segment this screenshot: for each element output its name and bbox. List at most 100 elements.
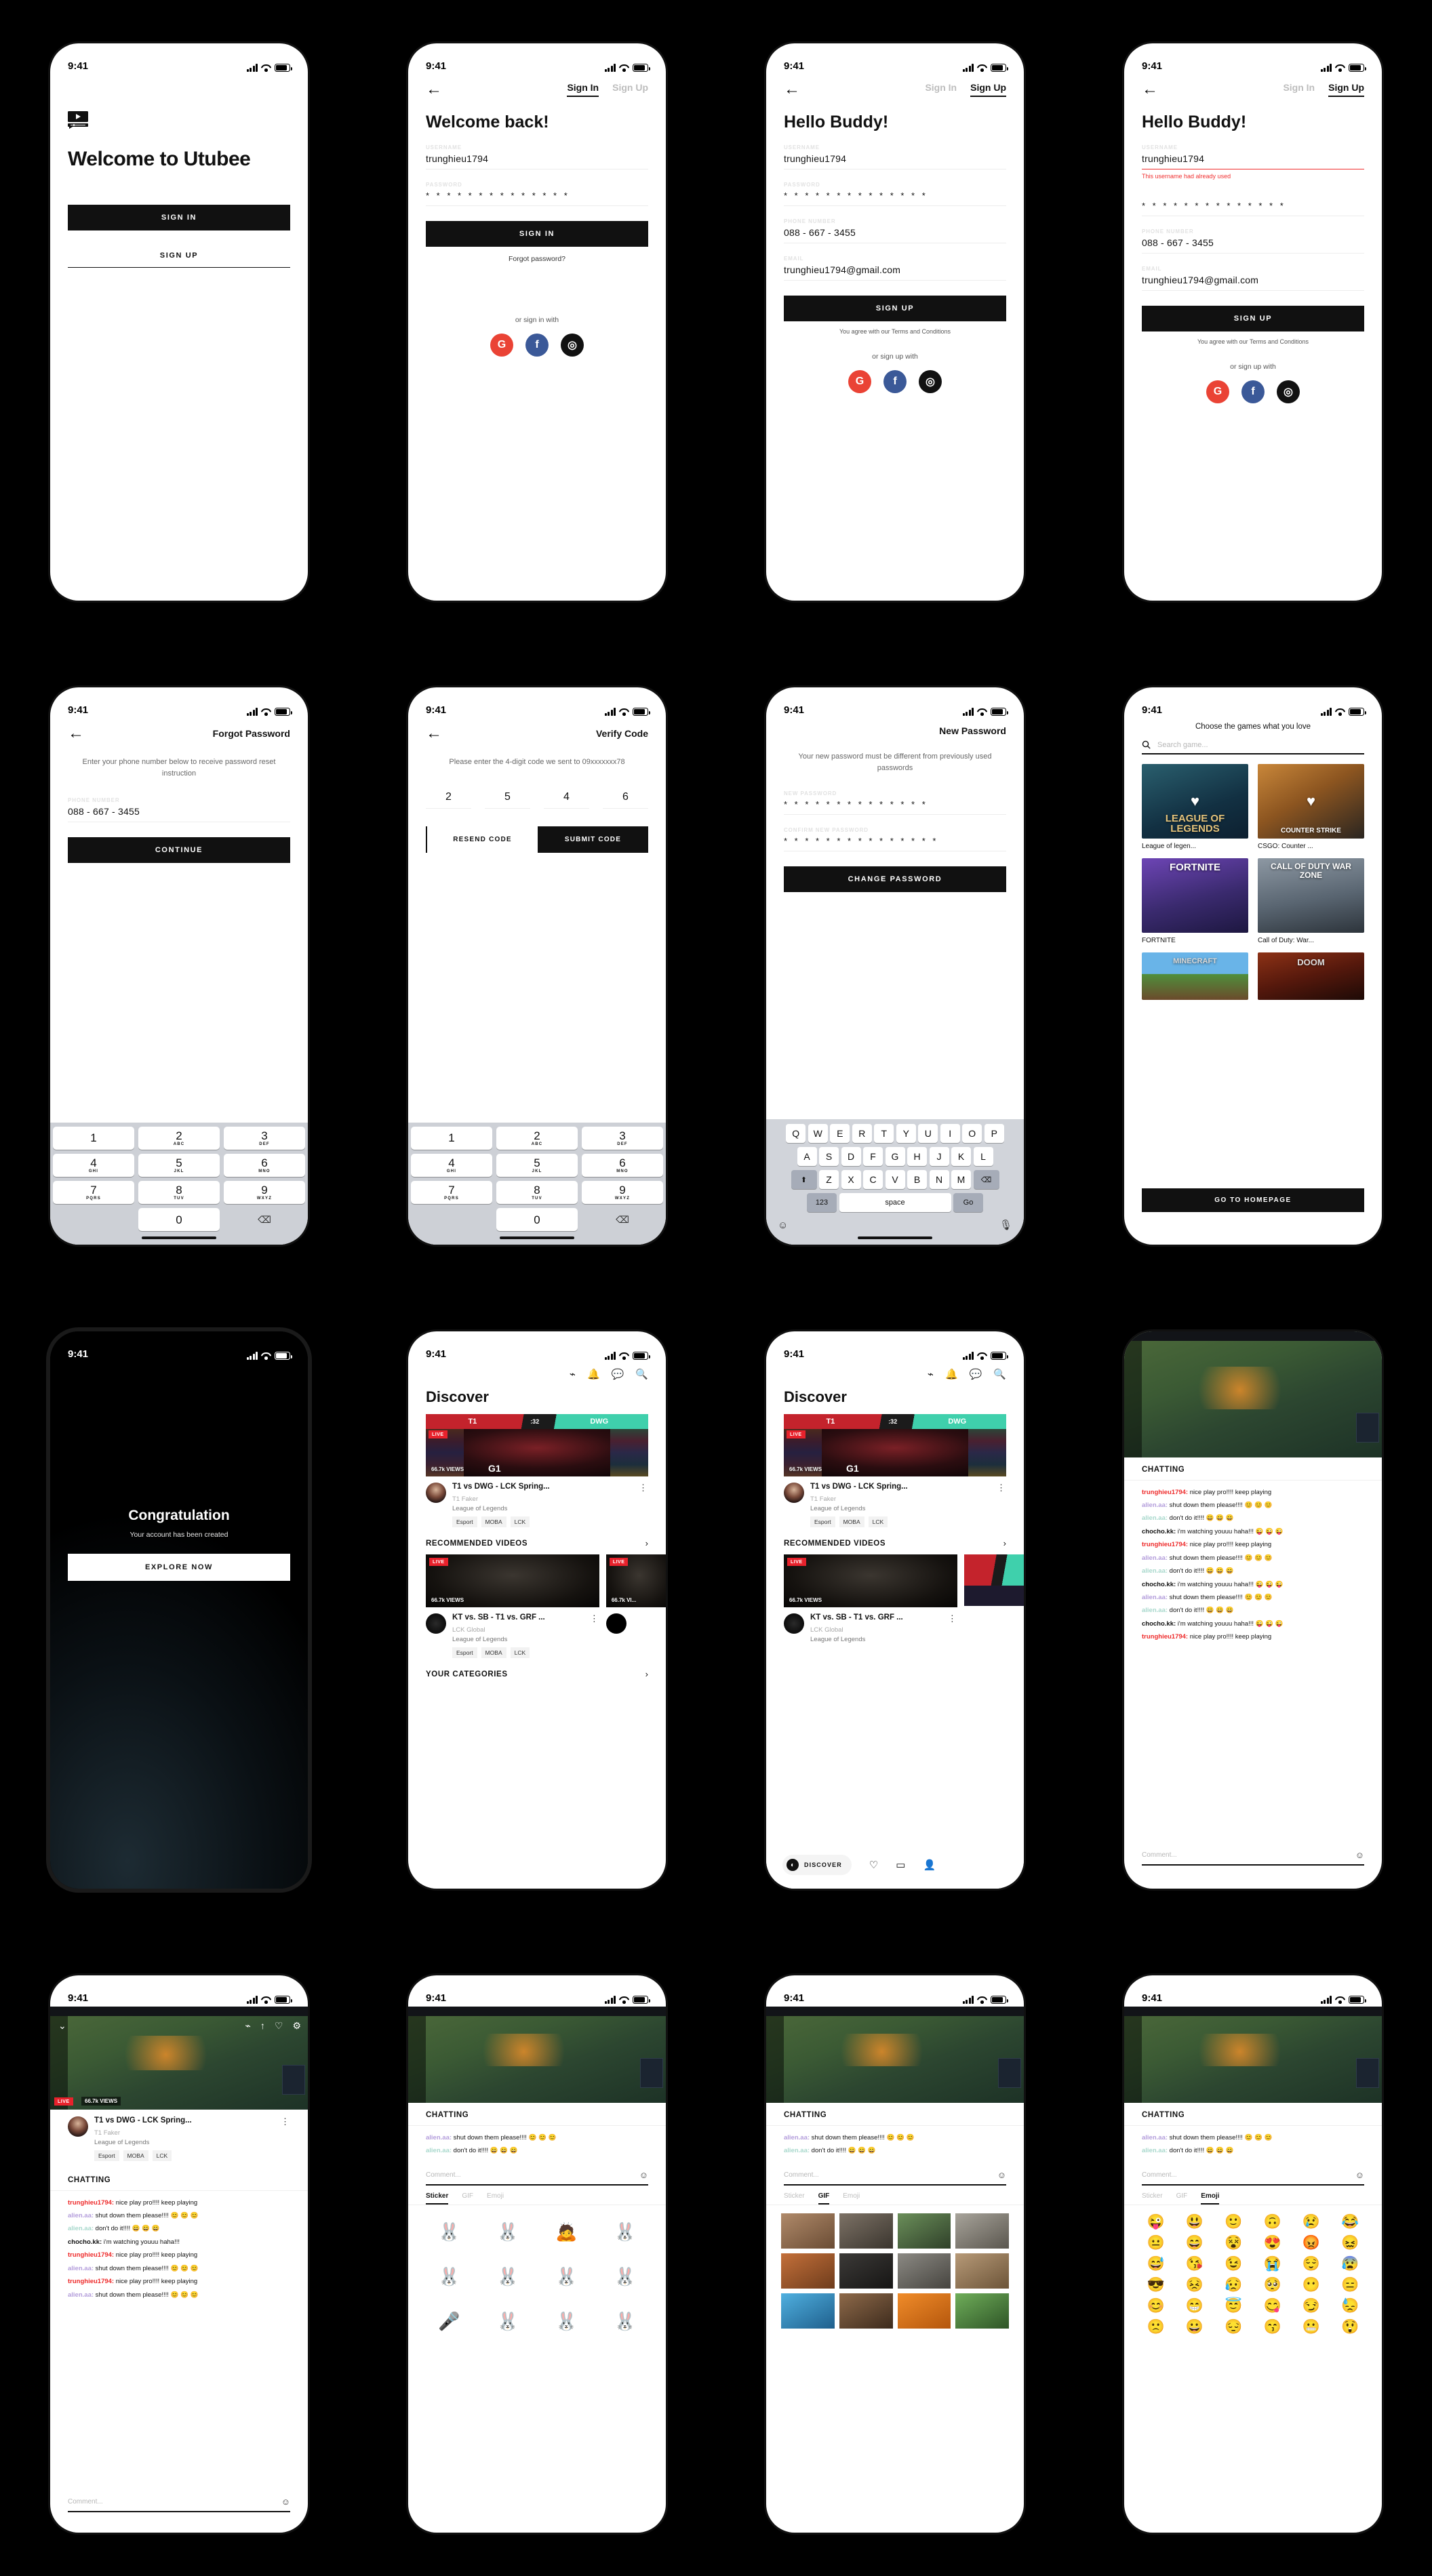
backspace-icon[interactable]: ⌫ — [973, 1170, 999, 1189]
key-l[interactable]: L — [973, 1147, 993, 1166]
game-card[interactable]: FORTNITE FORTNITE — [1142, 858, 1248, 944]
emoji-item[interactable]: 😶 — [1294, 2278, 1328, 2292]
phone-input[interactable]: 088 - 667 - 3455 — [1142, 235, 1364, 254]
key-y[interactable]: Y — [896, 1124, 916, 1143]
nav-discover[interactable]: ◐ DISCOVER — [782, 1855, 852, 1875]
facebook-login-icon[interactable]: f — [1241, 380, 1265, 403]
space-key[interactable]: space — [839, 1193, 951, 1212]
keypad-key-8[interactable]: 8 TUV — [138, 1181, 220, 1204]
live-video-player[interactable] — [408, 2007, 666, 2103]
tag[interactable]: LCK — [510, 1647, 530, 1658]
sticker-item[interactable]: 🐰 — [540, 2258, 593, 2296]
keypad-key-4[interactable]: 4 GHI — [53, 1154, 134, 1177]
video-title[interactable]: T1 vs DWG - LCK Spring... — [452, 1483, 550, 1491]
chevron-down-icon[interactable]: ⌄ — [58, 2020, 66, 2032]
sticker-item[interactable]: 🐰 — [423, 2258, 475, 2296]
recommended-video-card[interactable]: LIVE 66.7k VI... — [605, 1554, 666, 1658]
numeric-switch-key[interactable]: 123 — [807, 1193, 837, 1212]
sticker-item[interactable]: 🐰 — [599, 2213, 652, 2251]
new-password-input[interactable]: * * * * * * * * * * * * * * — [784, 797, 1006, 816]
emoji-item[interactable]: 😋 — [1256, 2299, 1289, 2313]
keypad-key-6[interactable]: 6 MNO — [582, 1154, 663, 1177]
email-input[interactable]: trunghieu1794@gmail.com — [784, 262, 1006, 281]
comment-bar[interactable]: Comment... ☺ — [68, 2497, 290, 2512]
emoji-item[interactable]: 😏 — [1294, 2299, 1328, 2313]
key-k[interactable]: K — [951, 1147, 971, 1166]
password-input[interactable]: * * * * * * * * * * * * * * — [426, 188, 648, 206]
sticker-item[interactable]: 🐰 — [599, 2258, 652, 2296]
key-n[interactable]: N — [929, 1170, 949, 1189]
tab-emoji[interactable]: Emoji — [487, 2192, 504, 2205]
shift-icon[interactable]: ⬆ — [791, 1170, 817, 1189]
key-a[interactable]: A — [797, 1147, 817, 1166]
emoji-item[interactable]: 🙁 — [1139, 2320, 1172, 2334]
tab-gif[interactable]: GIF — [1176, 2192, 1188, 2205]
tab-sign-in[interactable]: Sign In — [925, 82, 957, 97]
emoji-icon[interactable]: ☺ — [997, 2170, 1006, 2180]
tag[interactable]: MOBA — [481, 1516, 506, 1527]
comment-bar[interactable]: Comment... ☺ — [1142, 1850, 1364, 1866]
keypad-key-0[interactable]: 0 — [496, 1208, 578, 1231]
instagram-login-icon[interactable]: ◎ — [919, 370, 942, 393]
sticker-item[interactable]: 🐰 — [599, 2303, 652, 2341]
keypad-key-2[interactable]: 2 ABC — [138, 1127, 220, 1150]
recommended-video-card[interactable]: LIVE 66.7k VIEWS KT vs. SB - T1 vs. GRF … — [426, 1554, 599, 1658]
gif-item[interactable] — [781, 2213, 835, 2249]
continue-button[interactable]: CONTINUE — [68, 837, 290, 864]
confirm-password-field[interactable]: CONFIRM NEW PASSWORD * * * * * * * * * *… — [784, 827, 1006, 852]
key-x[interactable]: X — [841, 1170, 861, 1189]
tab-gif[interactable]: GIF — [462, 2192, 473, 2205]
username-input[interactable]: trunghieu1794 — [426, 150, 648, 169]
keypad-key-3[interactable]: 3 DEF — [582, 1127, 663, 1150]
key-z[interactable]: Z — [819, 1170, 839, 1189]
video-title[interactable]: KT vs. SB - T1 vs. GRF ... — [452, 1613, 545, 1624]
emoji-item[interactable]: 😜 — [1139, 2215, 1172, 2229]
key-j[interactable]: J — [929, 1147, 949, 1166]
emoji-item[interactable]: 😙 — [1256, 2320, 1289, 2334]
heart-icon[interactable]: ♥ — [1307, 792, 1315, 810]
keypad-key-3[interactable]: 3 DEF — [224, 1127, 305, 1150]
key-u[interactable]: U — [918, 1124, 938, 1143]
comment-input[interactable]: Comment... — [1142, 2171, 1177, 2179]
username-input[interactable]: trunghieu1794 — [784, 150, 1006, 169]
emoji-item[interactable]: 😢 — [1294, 2215, 1328, 2229]
search-icon[interactable]: 🔍 — [993, 1368, 1006, 1380]
emoji-icon[interactable]: ☺ — [1355, 1850, 1364, 1860]
gif-item[interactable] — [897, 2293, 951, 2329]
emoji-item[interactable]: 😉 — [1217, 2257, 1250, 2271]
more-options-icon[interactable]: ⋮ — [590, 1613, 599, 1624]
emoji-item[interactable]: 😍 — [1256, 2236, 1289, 2250]
keypad-key-1[interactable]: 1 — [411, 1127, 492, 1150]
tag[interactable]: LCK — [868, 1516, 888, 1527]
code-digit-1[interactable]: 2 — [426, 791, 471, 809]
phone-field[interactable]: PHONE NUMBER 088 - 667 - 3455 — [784, 218, 1006, 243]
phone-input[interactable]: 088 - 667 - 3455 — [784, 224, 1006, 243]
go-key[interactable]: Go — [953, 1193, 983, 1212]
comment-bar[interactable]: Comment... ☺ — [1142, 2170, 1364, 2186]
new-password-field[interactable]: NEW PASSWORD * * * * * * * * * * * * * * — [784, 790, 1006, 816]
phone-field[interactable]: PHONE NUMBER 088 - 667 - 3455 — [1142, 228, 1364, 254]
emoji-item[interactable]: 😬 — [1294, 2320, 1328, 2334]
emoji-item[interactable]: 🙂 — [1217, 2215, 1250, 2229]
game-card[interactable]: MINECRAFT — [1142, 952, 1248, 1000]
heart-icon[interactable]: ♥ — [1191, 792, 1199, 810]
key-g[interactable]: G — [885, 1147, 905, 1166]
gif-item[interactable] — [839, 2253, 893, 2289]
keypad-key-9[interactable]: 9 WXYZ — [582, 1181, 663, 1204]
live-video-player[interactable] — [766, 2007, 1024, 2103]
comment-input[interactable]: Comment... — [1142, 1851, 1177, 1859]
keypad-key-6[interactable]: 6 MNO — [224, 1154, 305, 1177]
code-digit-3[interactable]: 4 — [544, 791, 589, 809]
live-video-player[interactable] — [1124, 1331, 1382, 1457]
instagram-login-icon[interactable]: ◎ — [1277, 380, 1300, 403]
emoji-item[interactable]: 😑 — [1334, 2278, 1367, 2292]
chevron-right-icon[interactable]: › — [645, 1538, 648, 1548]
chevron-right-icon[interactable]: › — [1003, 1538, 1006, 1548]
emoji-item[interactable]: 😌 — [1294, 2257, 1328, 2271]
comment-bar[interactable]: Comment... ☺ — [426, 2170, 648, 2186]
sticker-item[interactable]: 🙇 — [540, 2213, 593, 2251]
tab-sign-up[interactable]: Sign Up — [970, 82, 1006, 97]
gif-item[interactable] — [955, 2213, 1009, 2249]
resend-code-button[interactable]: RESEND CODE — [426, 826, 538, 853]
game-card[interactable]: ♥ LEAGUE OF LEGENDS League of legen... — [1142, 764, 1248, 850]
